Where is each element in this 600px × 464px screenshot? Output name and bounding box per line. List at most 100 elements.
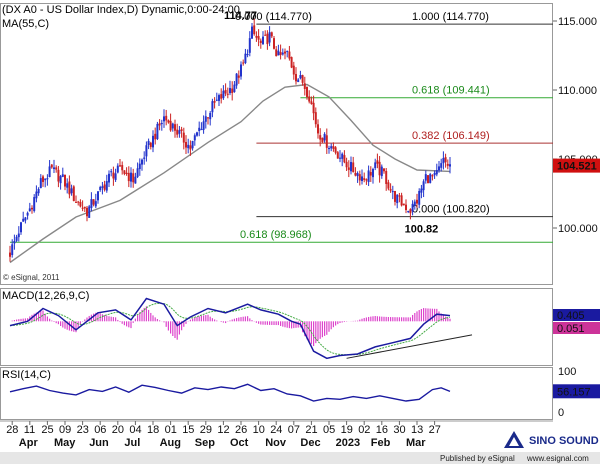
candle-body: [114, 173, 117, 180]
candle-body: [299, 75, 302, 79]
candle-body: [59, 176, 62, 184]
candle-body: [323, 133, 326, 141]
candle-body: [374, 162, 377, 169]
candle-body: [123, 170, 126, 174]
candle-body: [273, 38, 275, 49]
candle-body: [411, 203, 414, 212]
candle-body: [438, 166, 440, 171]
x-axis-day-label: 29: [200, 424, 212, 436]
chart-canvas: 0.000 (114.770) 1.000 (114.770)0.618 (109…: [0, 3, 600, 464]
rsi-axis-label: 100: [558, 366, 576, 378]
candle-body: [286, 50, 289, 53]
candle-body: [262, 36, 264, 45]
candle-body: [352, 162, 355, 173]
candle-body: [99, 187, 102, 191]
candle-body: [88, 206, 91, 218]
candle-body: [169, 120, 172, 131]
candle-body: [77, 201, 80, 203]
candle-body: [86, 207, 88, 217]
candle-body: [270, 32, 273, 37]
candle-body: [363, 178, 366, 180]
candle-body: [125, 172, 128, 175]
x-axis-day-label: 05: [323, 424, 335, 436]
candle-body: [433, 172, 436, 176]
candle-body: [70, 188, 73, 194]
candle-body: [202, 121, 205, 130]
candle-body: [64, 174, 66, 187]
esignal-website[interactable]: www.esignal.com: [526, 454, 589, 463]
x-axis-month-label: Aug: [160, 437, 181, 449]
candle-body: [220, 94, 223, 99]
candle-body: [22, 218, 25, 222]
candle-body: [244, 53, 247, 64]
x-axis-day-label: 01: [165, 424, 177, 436]
candle-body: [158, 123, 161, 126]
candle-body: [189, 145, 192, 150]
candle-body: [444, 157, 447, 163]
candle-body: [266, 33, 269, 45]
candle-body: [37, 188, 40, 194]
candle-body: [110, 171, 113, 173]
candle-body: [405, 204, 407, 211]
candle-body: [119, 165, 121, 167]
candle-body: [398, 195, 401, 197]
candle-body: [204, 116, 207, 122]
candle-body: [246, 53, 249, 55]
candle-body: [44, 178, 47, 181]
candle-body: [235, 73, 238, 86]
candle-body: [182, 132, 185, 143]
x-axis-month-label: Jul: [124, 437, 140, 449]
x-axis-month-label: Sep: [195, 437, 215, 449]
candle-body: [378, 161, 381, 176]
candle-body: [264, 34, 267, 36]
ma-indicator-label: MA(55,C): [2, 18, 49, 30]
brand-name: SINO SOUND: [529, 435, 599, 447]
candle-body: [75, 201, 77, 203]
candle-body: [325, 135, 328, 148]
y-axis-tick-label: 115.000: [558, 16, 597, 28]
x-axis-day-label: 27: [429, 424, 441, 436]
candle-body: [389, 188, 392, 191]
candle-body: [154, 133, 157, 140]
candle-body: [61, 174, 64, 177]
candle-body: [431, 175, 434, 177]
candle-body: [218, 95, 220, 101]
candle-body: [193, 135, 196, 141]
candle-body: [418, 190, 421, 205]
candle-body: [400, 195, 403, 206]
candle-body: [66, 183, 69, 188]
candle-body: [328, 148, 330, 150]
candle-body: [416, 199, 418, 204]
candle-body: [180, 129, 183, 131]
x-axis-day-label: 11: [24, 424, 35, 436]
candle-body: [149, 142, 152, 147]
candle-body: [167, 120, 170, 123]
candle-body: [279, 52, 282, 56]
candle-body: [13, 241, 16, 244]
candle-body: [339, 157, 341, 159]
candle-body: [176, 129, 179, 135]
candle-body: [442, 157, 445, 164]
candle-body: [222, 90, 225, 99]
candle-body: [284, 51, 286, 54]
candle-body: [79, 201, 82, 207]
candle-body: [292, 65, 295, 75]
candle-body: [17, 233, 20, 238]
candle-body: [185, 141, 187, 148]
candle-body: [281, 52, 284, 55]
candle-body: [385, 170, 388, 184]
candle-body: [420, 188, 423, 193]
candle-body: [72, 186, 75, 201]
x-axis-month-label: Mar: [406, 437, 426, 449]
chart-title: (DX A0 - US Dollar Index,D) Dynamic,0:00…: [2, 4, 240, 16]
candle-body: [394, 191, 396, 202]
candle-body: [143, 157, 146, 159]
x-axis-day-label: 06: [94, 424, 106, 436]
candle-body: [334, 147, 337, 153]
x-axis-day-label: 18: [147, 424, 159, 436]
candle-body: [290, 57, 293, 68]
candle-body: [171, 123, 174, 129]
candle-body: [207, 117, 209, 119]
candle-body: [92, 199, 95, 205]
candle-body: [446, 163, 449, 166]
